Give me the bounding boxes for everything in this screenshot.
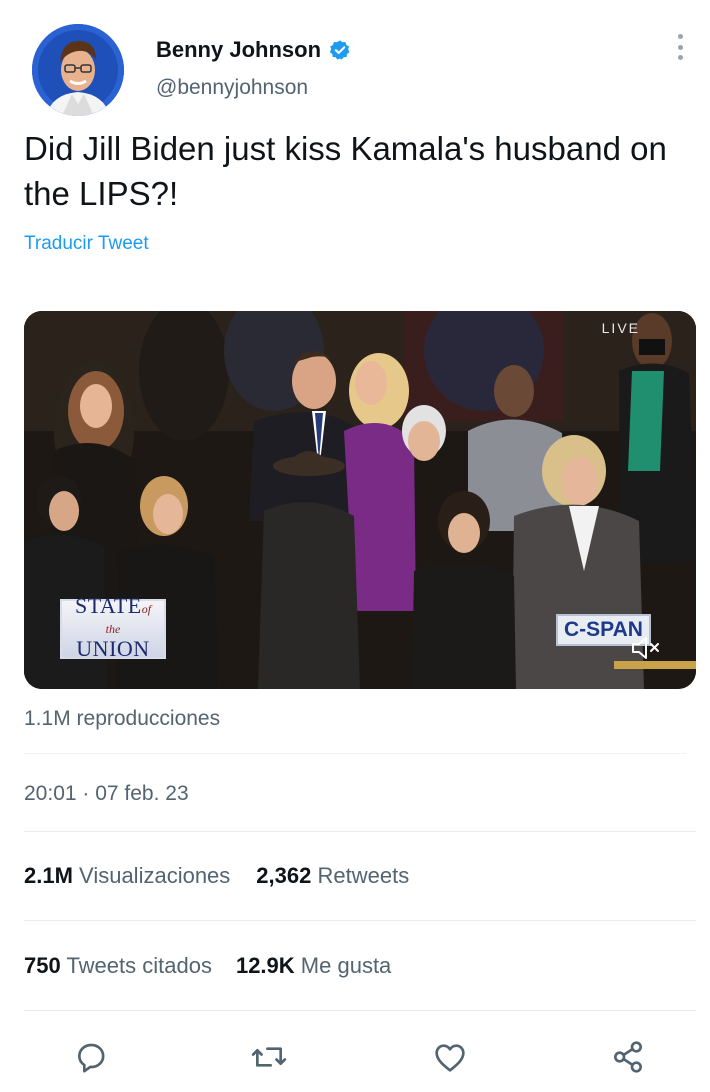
retweet-icon (251, 1047, 287, 1067)
share-icon (614, 1041, 642, 1073)
handle[interactable]: @bennyjohnson (156, 76, 351, 100)
sotu-of: of (141, 602, 152, 616)
divider (24, 920, 696, 921)
sotu-state: STATE (74, 593, 142, 618)
state-of-the-union-logo: STATEof the UNION (60, 595, 166, 661)
avatar-image (32, 24, 124, 116)
translate-tweet-link[interactable]: Traducir Tweet (24, 233, 149, 255)
like-icon (435, 1044, 465, 1072)
verified-badge-icon (329, 40, 350, 60)
display-name[interactable]: Benny Johnson (156, 37, 321, 63)
sotu-union: UNION (76, 636, 150, 661)
live-label: LIVE (601, 320, 640, 336)
more-dot (677, 44, 683, 50)
tweet-header: Benny Johnson @bennyjohnson (0, 0, 710, 120)
quote-tweets-stat[interactable]: 750 Tweets citados (24, 953, 212, 979)
views-stat[interactable]: 2.1M Visualizaciones (24, 863, 230, 889)
like-button[interactable] (429, 1036, 471, 1078)
quote-tweets-label: Tweets citados (66, 953, 212, 978)
share-button[interactable] (607, 1036, 649, 1078)
tweet-text: Did Jill Biden just kiss Kamala's husban… (24, 130, 667, 212)
divider (24, 1010, 696, 1011)
reply-button[interactable] (70, 1036, 112, 1078)
reply-icon (78, 1043, 105, 1073)
timestamp[interactable]: 20:01 · 07 feb. 23 (24, 782, 189, 806)
video-views: 1.1M reproducciones (24, 707, 221, 730)
divider (24, 831, 696, 832)
avatar[interactable] (32, 24, 124, 116)
more-dot (677, 55, 683, 60)
stats-row-1: 2.1M Visualizaciones 2,362 Retweets (24, 863, 409, 889)
likes-count: 12.9K (235, 953, 295, 978)
retweets-count: 2,362 (256, 863, 312, 888)
quote-tweets-count: 750 (24, 953, 61, 978)
sotu-the: the (105, 622, 121, 636)
views-label: Visualizaciones (79, 863, 231, 888)
stats-row-2: 750 Tweets citados 12.9K Me gusta (24, 953, 391, 979)
likes-label: Me gusta (300, 953, 392, 978)
divider (24, 753, 686, 754)
retweets-label: Retweets (317, 863, 410, 888)
more-dot (677, 34, 683, 39)
likes-stat[interactable]: 12.9K Me gusta (236, 953, 391, 979)
mute-icon[interactable] (630, 635, 662, 661)
more-options-icon[interactable] (668, 32, 692, 62)
views-count: 2.1M (24, 863, 73, 888)
retweet-button[interactable] (248, 1036, 290, 1078)
video-player[interactable]: LIVE STATEof the UNION C-SPAN (24, 311, 696, 689)
action-bar (0, 1036, 710, 1086)
retweets-stat[interactable]: 2,362 Retweets (256, 863, 409, 889)
